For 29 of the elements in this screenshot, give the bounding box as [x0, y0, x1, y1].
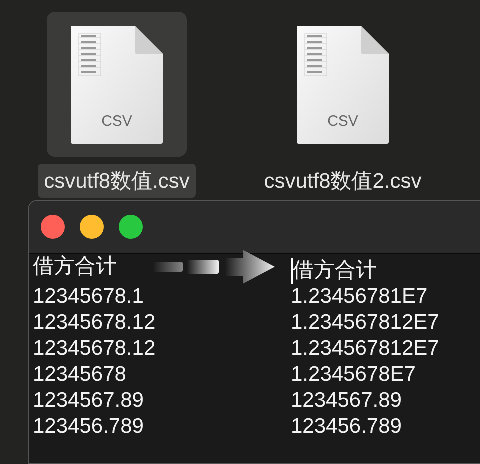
arrow-icon: [153, 250, 275, 284]
file-tile[interactable]: CSV: [47, 12, 187, 157]
text-line: 1234567.89: [291, 388, 402, 414]
text-line: 123456.789: [33, 414, 144, 440]
minimize-button[interactable]: [80, 215, 104, 239]
folded-corner: [361, 26, 389, 54]
text-line: 1.23456781E7: [291, 284, 428, 310]
text-line: 12345678.12: [33, 310, 156, 336]
zoom-button[interactable]: [119, 215, 143, 239]
text-line: 借方合计: [33, 254, 117, 280]
table-thumbnail-drawing: [304, 33, 328, 76]
text-line: 1234567.89: [33, 388, 144, 414]
text-line: 123456.789: [291, 414, 402, 440]
text-line: 1.2345678E7: [291, 362, 416, 388]
file-tile[interactable]: CSV: [273, 12, 413, 157]
file-name[interactable]: csvutf8数值2.csv: [258, 164, 428, 198]
file-name[interactable]: csvutf8数值.csv: [38, 164, 196, 198]
text-line: 12345678.12: [33, 336, 156, 362]
text-line: 12345678.1: [33, 284, 144, 310]
text-line: 12345678: [33, 362, 126, 388]
file-type-label: CSV: [100, 112, 134, 130]
text-line: 1.234567812E7: [291, 310, 440, 336]
text-cursor: [291, 258, 293, 284]
text-line: 借方合计: [293, 258, 377, 284]
text-line: 1.234567812E7: [291, 336, 440, 362]
file-type-label: CSV: [326, 112, 360, 130]
table-thumbnail-drawing: [78, 33, 102, 76]
folded-corner: [135, 26, 163, 54]
close-button[interactable]: [41, 215, 65, 239]
